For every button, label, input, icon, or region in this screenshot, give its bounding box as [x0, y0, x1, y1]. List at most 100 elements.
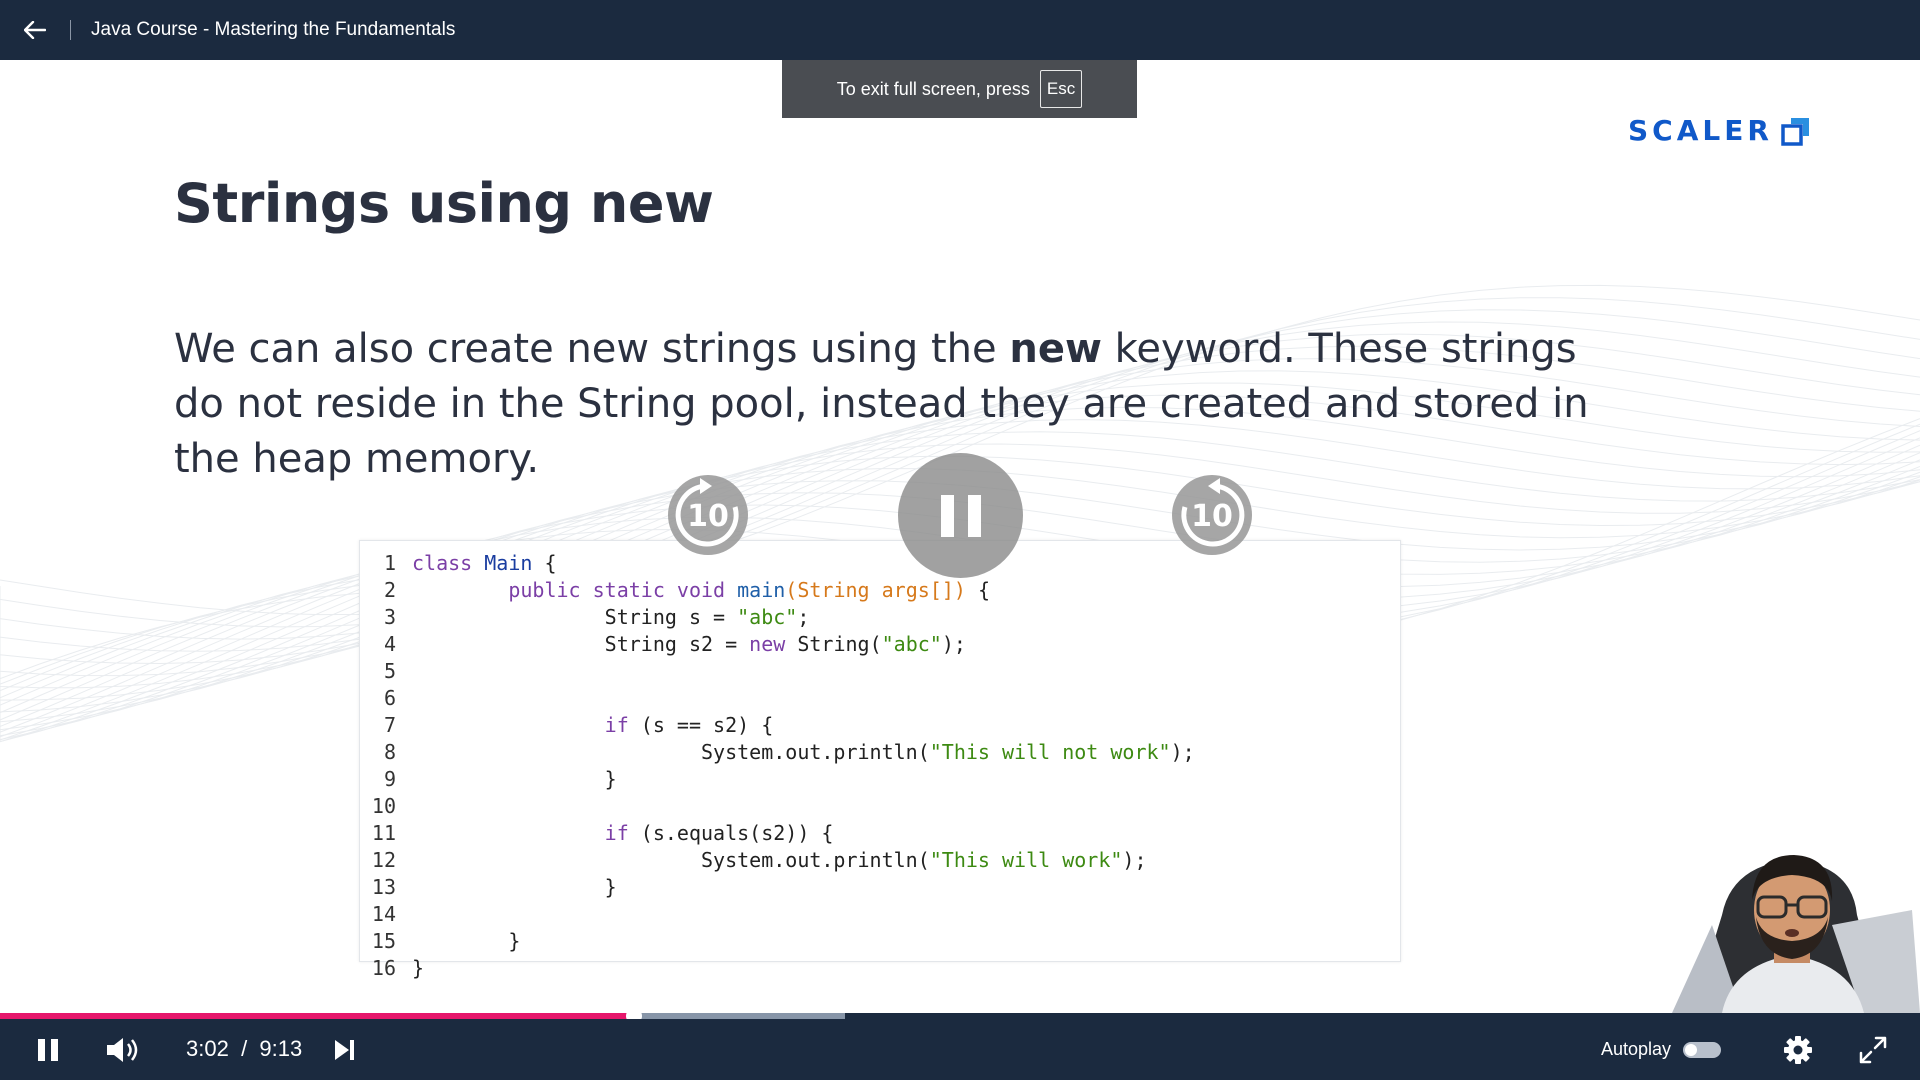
- code-line: 3 String s = "abc";: [360, 603, 1400, 630]
- code-token: String s2 =: [412, 631, 750, 656]
- forward-10-icon: 10: [1172, 475, 1252, 555]
- fullscreen-button[interactable]: [1856, 1033, 1890, 1067]
- code-line: 2 public static void main (String args[])…: [360, 576, 1400, 603]
- current-time: 3:02: [186, 1036, 229, 1061]
- code-token: {: [532, 550, 557, 575]
- line-number: 8: [383, 739, 396, 764]
- code-token: String s =: [412, 604, 738, 629]
- code-token: }: [412, 955, 425, 980]
- header-bar: Java Course - Mastering the Fundamentals: [0, 0, 1920, 60]
- scaler-logo-icon: [1781, 117, 1809, 146]
- code-panel: 1 class Main {2 public static void main (S…: [359, 540, 1401, 980]
- volume-button[interactable]: [102, 1033, 144, 1067]
- code-line: 4 String s2 = new String("abc");: [360, 630, 1400, 657]
- gear-icon: [1784, 1036, 1812, 1064]
- code-token: System.out.println(: [412, 847, 930, 872]
- line-number: 9: [383, 766, 396, 791]
- code-token: "abc": [737, 604, 798, 629]
- line-number: 14: [371, 901, 396, 926]
- pause-button[interactable]: [30, 1034, 66, 1066]
- slide-body-text: We can also create new strings using the…: [174, 322, 1594, 487]
- pause-icon: [38, 1039, 58, 1061]
- code-line: 14: [360, 900, 1400, 927]
- code-token: if: [604, 712, 629, 737]
- code-token: System.out.println(: [412, 739, 930, 764]
- line-number: 11: [371, 820, 396, 845]
- code-line: 8 System.out.println("This will not work…: [360, 738, 1400, 765]
- skip-next-icon: [335, 1040, 354, 1060]
- line-number: 5: [383, 658, 396, 683]
- arrow-left-icon: [24, 21, 46, 39]
- rewind-10-label: 10: [687, 499, 729, 534]
- autoplay-label: Autoplay: [1601, 1039, 1672, 1059]
- line-number: 2: [383, 577, 396, 602]
- code-token: Main: [484, 550, 533, 575]
- code-line: 10: [360, 792, 1400, 819]
- player-controls: 3:02 / 9:13 Autoplay: [0, 1019, 1920, 1080]
- line-number: 4: [383, 631, 396, 656]
- fullscreen-exit-toast: To exit full screen, press Esc: [782, 60, 1137, 118]
- autoplay-toggle-knob: [1685, 1044, 1697, 1056]
- line-number: 15: [371, 928, 396, 953]
- forward-10-button[interactable]: 10: [1171, 474, 1253, 556]
- scaler-logo-text: SCALER: [1628, 114, 1773, 147]
- slide-title: Strings using new: [174, 172, 714, 235]
- line-number: 3: [383, 604, 396, 629]
- code-token: (s == s2) {: [628, 712, 774, 737]
- line-number: 7: [383, 712, 396, 737]
- settings-button[interactable]: [1780, 1033, 1816, 1067]
- line-number: 1: [383, 550, 396, 575]
- code-token: (String args[]): [785, 577, 966, 602]
- code-token: class: [412, 550, 485, 575]
- fullscreen-expand-icon: [1859, 1036, 1887, 1064]
- code-token: String(: [785, 631, 882, 656]
- presenter-image: [1672, 855, 1920, 1013]
- code-token: main: [737, 577, 786, 602]
- code-token: }: [412, 766, 617, 791]
- code-token: "This will not work": [929, 739, 1171, 764]
- code-token: "This will work": [929, 847, 1123, 872]
- code-line: 12 System.out.println("This will work");: [360, 846, 1400, 873]
- code-token: }: [412, 928, 521, 953]
- duration: 9:13: [259, 1036, 303, 1061]
- rewind-10-button[interactable]: 10: [667, 474, 749, 556]
- code-line: 13 }: [360, 873, 1400, 900]
- code-token: if: [604, 820, 629, 845]
- line-number: 13: [371, 874, 396, 899]
- next-button[interactable]: [330, 1035, 358, 1065]
- autoplay-toggle[interactable]: [1683, 1042, 1721, 1058]
- code-token: }: [412, 874, 617, 899]
- line-number: 16: [371, 955, 396, 980]
- code-token: new: [749, 631, 786, 656]
- scaler-logo: SCALER: [1628, 114, 1811, 147]
- code-line: 7 if (s == s2) {: [360, 711, 1400, 738]
- pause-icon: [940, 494, 981, 537]
- line-number: 6: [383, 685, 396, 710]
- code-line: 16}: [360, 954, 1400, 981]
- code-token: );: [1170, 739, 1195, 764]
- volume-icon: [107, 1038, 138, 1062]
- body-keyword-new: new: [1009, 326, 1102, 372]
- forward-10-label: 10: [1191, 499, 1233, 534]
- esc-key-hint: Esc: [1039, 70, 1083, 108]
- course-title: Java Course - Mastering the Fundamentals: [91, 19, 456, 40]
- line-number: 12: [371, 847, 396, 872]
- code-token: public static void: [508, 577, 738, 602]
- rewind-10-icon: 10: [668, 475, 748, 555]
- code-line: 9 }: [360, 765, 1400, 792]
- center-pause-button[interactable]: [898, 453, 1023, 578]
- fullscreen-toast-text: To exit full screen, press: [836, 78, 1030, 99]
- time-separator: /: [241, 1036, 248, 1061]
- code-line: 6: [360, 684, 1400, 711]
- code-token: (s.equals(s2)) {: [628, 820, 834, 845]
- back-button[interactable]: [0, 0, 70, 60]
- video-player: Java Course - Mastering the Fundamentals…: [0, 0, 1920, 1080]
- header-divider: [70, 20, 71, 40]
- code-line: 5: [360, 657, 1400, 684]
- code-token: );: [941, 631, 966, 656]
- code-token: ;: [797, 604, 810, 629]
- code-line: 15 }: [360, 927, 1400, 954]
- time-display: 3:02 / 9:13: [186, 1036, 302, 1062]
